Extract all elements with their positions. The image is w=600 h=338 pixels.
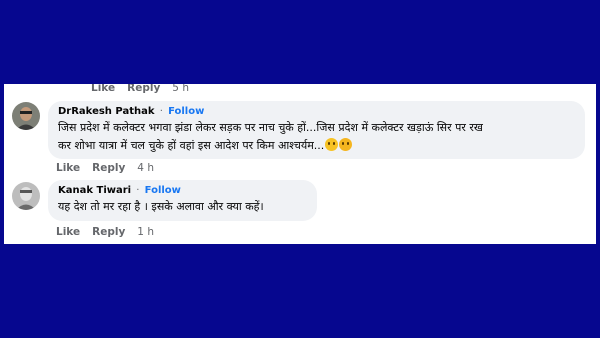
comment-actions: Like Reply 1 h — [56, 225, 166, 239]
flushed-face-emoji — [339, 138, 353, 151]
comments-panel: Like Reply 5 h DrRakesh Pathak · Follow … — [4, 84, 596, 244]
timestamp[interactable]: 4 h — [137, 162, 154, 174]
timestamp[interactable]: 5 h — [172, 84, 189, 94]
author-name[interactable]: Kanak Tiwari — [58, 185, 131, 196]
like-button[interactable]: Like — [91, 84, 115, 94]
like-button[interactable]: Like — [56, 162, 80, 174]
reply-button[interactable]: Reply — [92, 162, 125, 174]
avatar[interactable] — [12, 102, 40, 130]
comment-header: DrRakesh Pathak · Follow — [58, 106, 204, 117]
previous-comment-actions: Like Reply 5 h — [91, 84, 201, 95]
follow-button[interactable]: Follow — [145, 185, 181, 196]
avatar[interactable] — [12, 182, 40, 210]
timestamp[interactable]: 1 h — [137, 226, 154, 238]
reply-button[interactable]: Reply — [127, 84, 160, 94]
avatar-photo — [12, 182, 40, 210]
avatar-photo — [12, 102, 40, 130]
comment-bubble: DrRakesh Pathak · Follow जिस प्रदेश में … — [48, 101, 585, 159]
comment-text: जिस प्रदेश में कलेक्टर भगवा झंडा लेकर सड… — [58, 119, 483, 155]
comment-line-1: जिस प्रदेश में कलेक्टर भगवा झंडा लेकर सड… — [58, 121, 483, 134]
comment-text: यह देश तो मर रहा है । इसके अलावा और क्या… — [58, 198, 264, 216]
like-button[interactable]: Like — [56, 226, 80, 238]
comment-actions: Like Reply 4 h — [56, 161, 166, 175]
thinking-face-emoji — [325, 138, 339, 151]
separator: · — [159, 106, 163, 117]
comment-line-2-text: कर शोभा यात्रा में चल चुके हों वहां इस आ… — [58, 139, 325, 152]
comment-header: Kanak Tiwari · Follow — [58, 185, 181, 196]
separator: · — [136, 185, 140, 196]
author-name[interactable]: DrRakesh Pathak — [58, 106, 155, 117]
comment-line-1: यह देश तो मर रहा है । इसके अलावा और क्या… — [58, 200, 264, 213]
comment-bubble: Kanak Tiwari · Follow यह देश तो मर रहा ह… — [48, 180, 317, 221]
comment-line-2: कर शोभा यात्रा में चल चुके हों वहां इस आ… — [58, 137, 483, 155]
follow-button[interactable]: Follow — [168, 106, 204, 117]
reply-button[interactable]: Reply — [92, 226, 125, 238]
